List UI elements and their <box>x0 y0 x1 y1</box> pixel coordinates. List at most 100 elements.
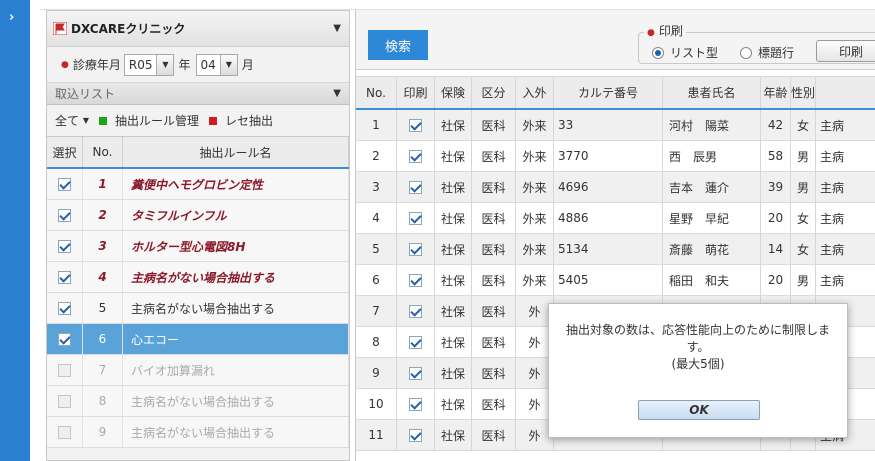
checkbox-icon[interactable] <box>409 397 422 411</box>
checkbox-icon[interactable] <box>409 149 422 163</box>
cell-insurance: 社保 <box>435 389 472 419</box>
print-button[interactable]: 印刷 <box>816 40 875 62</box>
col-select[interactable]: 選択 <box>47 137 83 167</box>
cell-no: 6 <box>356 265 397 295</box>
cell-insurance: 社保 <box>435 141 472 171</box>
all-label: 全て <box>55 114 80 128</box>
cell-sex: 女 <box>791 203 816 233</box>
radio-title-row[interactable]: 標題行 <box>740 44 794 61</box>
rule-no: 8 <box>83 386 123 416</box>
col-rule-name[interactable]: 抽出ルール名 <box>123 137 349 167</box>
checkbox-icon[interactable] <box>409 180 422 194</box>
col-kubun[interactable]: 区分 <box>472 77 516 108</box>
rule-no: 3 <box>83 231 123 261</box>
cell-insurance: 社保 <box>435 172 472 202</box>
all-dropdown[interactable]: 全て ▼ <box>55 112 89 129</box>
checkbox-icon[interactable] <box>409 335 422 349</box>
cell-age: 42 <box>761 110 791 140</box>
rule-no: 1 <box>83 169 123 199</box>
cell-insurance: 社保 <box>435 203 472 233</box>
col-no[interactable]: No. <box>83 137 123 167</box>
col-nyugai[interactable]: 入外 <box>516 77 554 108</box>
rule-select-cell <box>47 231 83 261</box>
rule-row[interactable]: 1 糞便中ヘモグロビン定性 <box>47 169 349 200</box>
radio-unselected-icon <box>740 47 752 59</box>
clinic-header[interactable]: DXCAREクリニック ▼ <box>47 11 349 47</box>
rule-name: 主病名がない場合抽出する <box>123 417 349 447</box>
checkbox-icon[interactable] <box>58 332 71 346</box>
cell-main: 主病 <box>816 265 875 295</box>
cell-nyugai: 外来 <box>516 234 554 264</box>
rule-row[interactable]: 4 主病名がない場合抽出する <box>47 262 349 293</box>
required-dot-icon: ● <box>647 28 655 38</box>
col-print[interactable]: 印刷 <box>397 77 435 108</box>
checkbox-icon[interactable] <box>58 394 71 408</box>
search-button[interactable]: 検索 <box>368 30 428 60</box>
checkbox-icon[interactable] <box>58 301 71 315</box>
billing-month-label: 診療年月 <box>72 58 121 72</box>
rule-row[interactable]: 9 主病名がない場合抽出する <box>47 417 349 448</box>
chevron-down-icon[interactable]: ▼ <box>333 23 341 34</box>
table-row[interactable]: 3 社保 医科 外来 4696 吉本 蓮介 39 男主病 <box>356 172 875 203</box>
col-no[interactable]: No. <box>356 77 397 108</box>
rule-row[interactable]: 3 ホルター型心電図8H <box>47 231 349 262</box>
month-select[interactable]: 04 ▼ <box>195 53 238 76</box>
cell-no: 11 <box>356 420 397 450</box>
limit-dialog: 抽出対象の数は、応答性能向上のために制限しま す。 (最大5個) OK <box>548 303 848 438</box>
rule-row[interactable]: 8 主病名がない場合抽出する <box>47 386 349 417</box>
rule-manage-button[interactable]: 抽出ルール管理 <box>99 112 199 129</box>
checkbox-icon[interactable] <box>409 118 422 132</box>
table-row[interactable]: 2 社保 医科 外来 3770 西 辰男 58 男主病 <box>356 141 875 172</box>
table-row[interactable]: 4 社保 医科 外来 4886 星野 早紀 20 女主病 <box>356 203 875 234</box>
col-main[interactable] <box>816 77 875 108</box>
month-value: 04 <box>200 57 216 72</box>
checkbox-icon[interactable] <box>409 211 422 225</box>
checkbox-icon[interactable] <box>409 242 422 256</box>
cell-print <box>397 203 435 233</box>
table-row[interactable]: 5 社保 医科 外来 5134 斎藤 萌花 14 女主病 <box>356 234 875 265</box>
cell-kubun: 医科 <box>472 296 516 326</box>
checkbox-icon[interactable] <box>409 273 422 287</box>
rule-row[interactable]: 6 心エコー <box>47 324 349 355</box>
cell-nyugai: 外来 <box>516 141 554 171</box>
ok-button[interactable]: OK <box>638 400 760 420</box>
chevron-down-icon: ▼ <box>156 54 174 75</box>
cell-print <box>397 296 435 326</box>
checkbox-icon[interactable] <box>58 208 71 222</box>
cell-kubun: 医科 <box>472 172 516 202</box>
rule-select-cell <box>47 417 83 447</box>
rule-row[interactable]: 5 主病名がない場合抽出する <box>47 293 349 324</box>
checkbox-icon[interactable] <box>409 366 422 380</box>
rule-no: 7 <box>83 355 123 385</box>
checkbox-icon[interactable] <box>58 239 71 253</box>
cell-kubun: 医科 <box>472 420 516 450</box>
checkbox-icon[interactable] <box>409 304 422 318</box>
radio-list-type[interactable]: リスト型 <box>652 44 718 61</box>
col-age[interactable]: 年齢 <box>761 77 791 108</box>
rule-select-cell <box>47 169 83 199</box>
rece-extract-button[interactable]: レセ抽出 <box>209 112 273 129</box>
col-insurance[interactable]: 保険 <box>435 77 472 108</box>
year-select[interactable]: R05 ▼ <box>123 53 175 76</box>
checkbox-icon[interactable] <box>58 425 71 439</box>
cell-print <box>397 172 435 202</box>
rule-row[interactable]: 7 バイオ加算漏れ <box>47 355 349 386</box>
expand-sidebar-icon[interactable]: › <box>9 10 14 25</box>
col-patient-name[interactable]: 患者氏名 <box>663 77 761 108</box>
col-karte[interactable]: カルテ番号 <box>554 77 663 108</box>
checkbox-icon[interactable] <box>58 177 71 191</box>
col-sex[interactable]: 性別 <box>791 77 816 108</box>
cell-no: 4 <box>356 203 397 233</box>
radio-selected-icon <box>652 47 664 59</box>
checkbox-icon[interactable] <box>58 270 71 284</box>
table-row[interactable]: 1 社保 医科 外来 33 河村 陽菜 42 女主病 <box>356 110 875 141</box>
import-list-header[interactable]: 取込リスト ▼ <box>47 83 349 105</box>
checkbox-icon[interactable] <box>409 428 422 442</box>
table-row[interactable]: 6 社保 医科 外来 5405 稲田 和夫 20 男主病 <box>356 265 875 296</box>
radio-list-label: リスト型 <box>670 46 719 60</box>
rule-row[interactable]: 2 タミフルインフル <box>47 200 349 231</box>
cell-karte: 5405 <box>554 265 663 295</box>
checkbox-icon[interactable] <box>58 363 71 377</box>
result-toolbar: 検索 ● 印刷 リスト型 標題行 印刷 <box>356 10 875 70</box>
cell-age: 20 <box>761 265 791 295</box>
